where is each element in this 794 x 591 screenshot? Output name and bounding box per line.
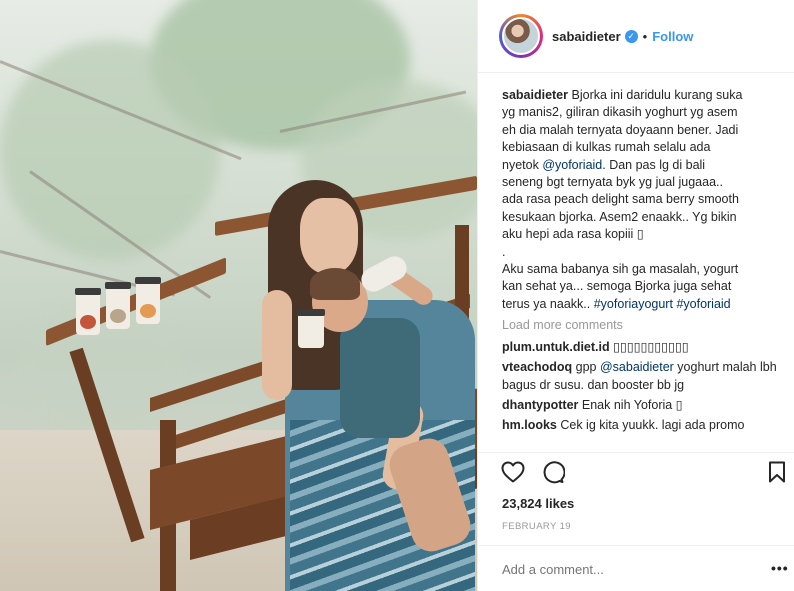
comment-icon[interactable] [540,459,566,485]
comment-username[interactable]: plum.untuk.diet.id [502,340,610,354]
comment-item: plum.untuk.diet.id ▯▯▯▯▯▯▯▯▯▯▯ [502,339,689,354]
comment-item: hm.looks Cek ig kita yuukk. lagi ada pro… [502,418,745,433]
baby-hair [310,268,360,300]
avatar-image [502,17,540,55]
caption-line: kebiasaan di kulkas rumah selalu ada [502,140,711,155]
comments-list: sabaidieter Bjorka ini daridulu kurang s… [502,87,784,452]
caption-line: aku hepi ada rasa kopiii ▯ [502,227,644,242]
avatar[interactable] [499,14,543,58]
post-actions [500,459,790,487]
caption-line: terus ya naakk.. #yoforiayogurt #yoforia… [502,296,731,311]
yogurt-cup [105,282,131,329]
comment-item: dhantypotter Enak nih Yoforia ▯ [502,397,683,412]
caption-username[interactable]: sabaidieter [502,88,568,102]
add-comment-input[interactable] [502,562,752,577]
like-count[interactable]: 23,824 likes [502,496,574,511]
follow-button[interactable]: Follow [652,29,693,44]
caption-line: ada rasa peach delight sama berry smooth [502,192,739,207]
yogurt-cup [75,288,101,335]
username-link[interactable]: sabaidieter [552,29,621,44]
caption-line: sabaidieter Bjorka ini daridulu kurang s… [502,88,743,102]
actions-divider [478,452,794,453]
yogurt-cup [135,277,161,324]
hashtag-link[interactable]: #yoforiaid [676,297,730,311]
mention-link[interactable]: @yoforiaid [542,158,602,172]
woman-arm [262,290,292,400]
caption-line: nyetok @yoforiaid. Dan pas lg di bali [502,157,706,172]
comment-username[interactable]: vteachodoq [502,360,572,374]
caption-line: kesukaan bjorka. Asem2 enaakk.. Yg bikin [502,209,737,224]
caption-line: yg manis2, giliran dikasih yoghurt yg as… [502,105,738,120]
caption-line: seneng bgt ternyata byk yg jual jugaaa.. [502,175,723,190]
load-more-comments-button[interactable]: Load more comments [502,317,784,334]
woman-face [300,198,358,274]
post-sidebar: sabaidieter ✓ • Follow sabaidieter Bjork… [477,0,794,591]
caption-line: . [502,244,506,259]
hashtag-link[interactable]: #yoforiayogurt [594,297,673,311]
post-photo[interactable] [0,0,477,591]
mention-link[interactable]: @sabaidieter [600,360,674,374]
caption-line: eh dia malah ternyata doyaann bener. Jad… [502,122,739,137]
caption-line: kan sehat ya... semoga Bjorka juga sehat [502,279,732,294]
comment-item: vteachodoq gpp @sabaidieter yoghurt mala… [502,360,777,392]
verified-badge-icon: ✓ [624,29,638,43]
yogurt-cup-held [297,309,325,348]
post-header: sabaidieter ✓ • Follow [478,0,794,73]
add-comment-section: ••• [478,545,794,591]
baby-body [340,318,420,438]
caption-line: Aku sama babanya sih ga masalah, yogurt [502,262,739,277]
comment-username[interactable]: dhantypotter [502,398,578,412]
comment-username[interactable]: hm.looks [502,418,557,432]
post-date[interactable]: FEBRUARY 19 [502,521,571,532]
heart-icon[interactable] [500,459,526,485]
separator-dot: • [642,28,648,44]
bookmark-icon[interactable] [764,459,790,485]
more-options-button[interactable]: ••• [771,560,789,576]
